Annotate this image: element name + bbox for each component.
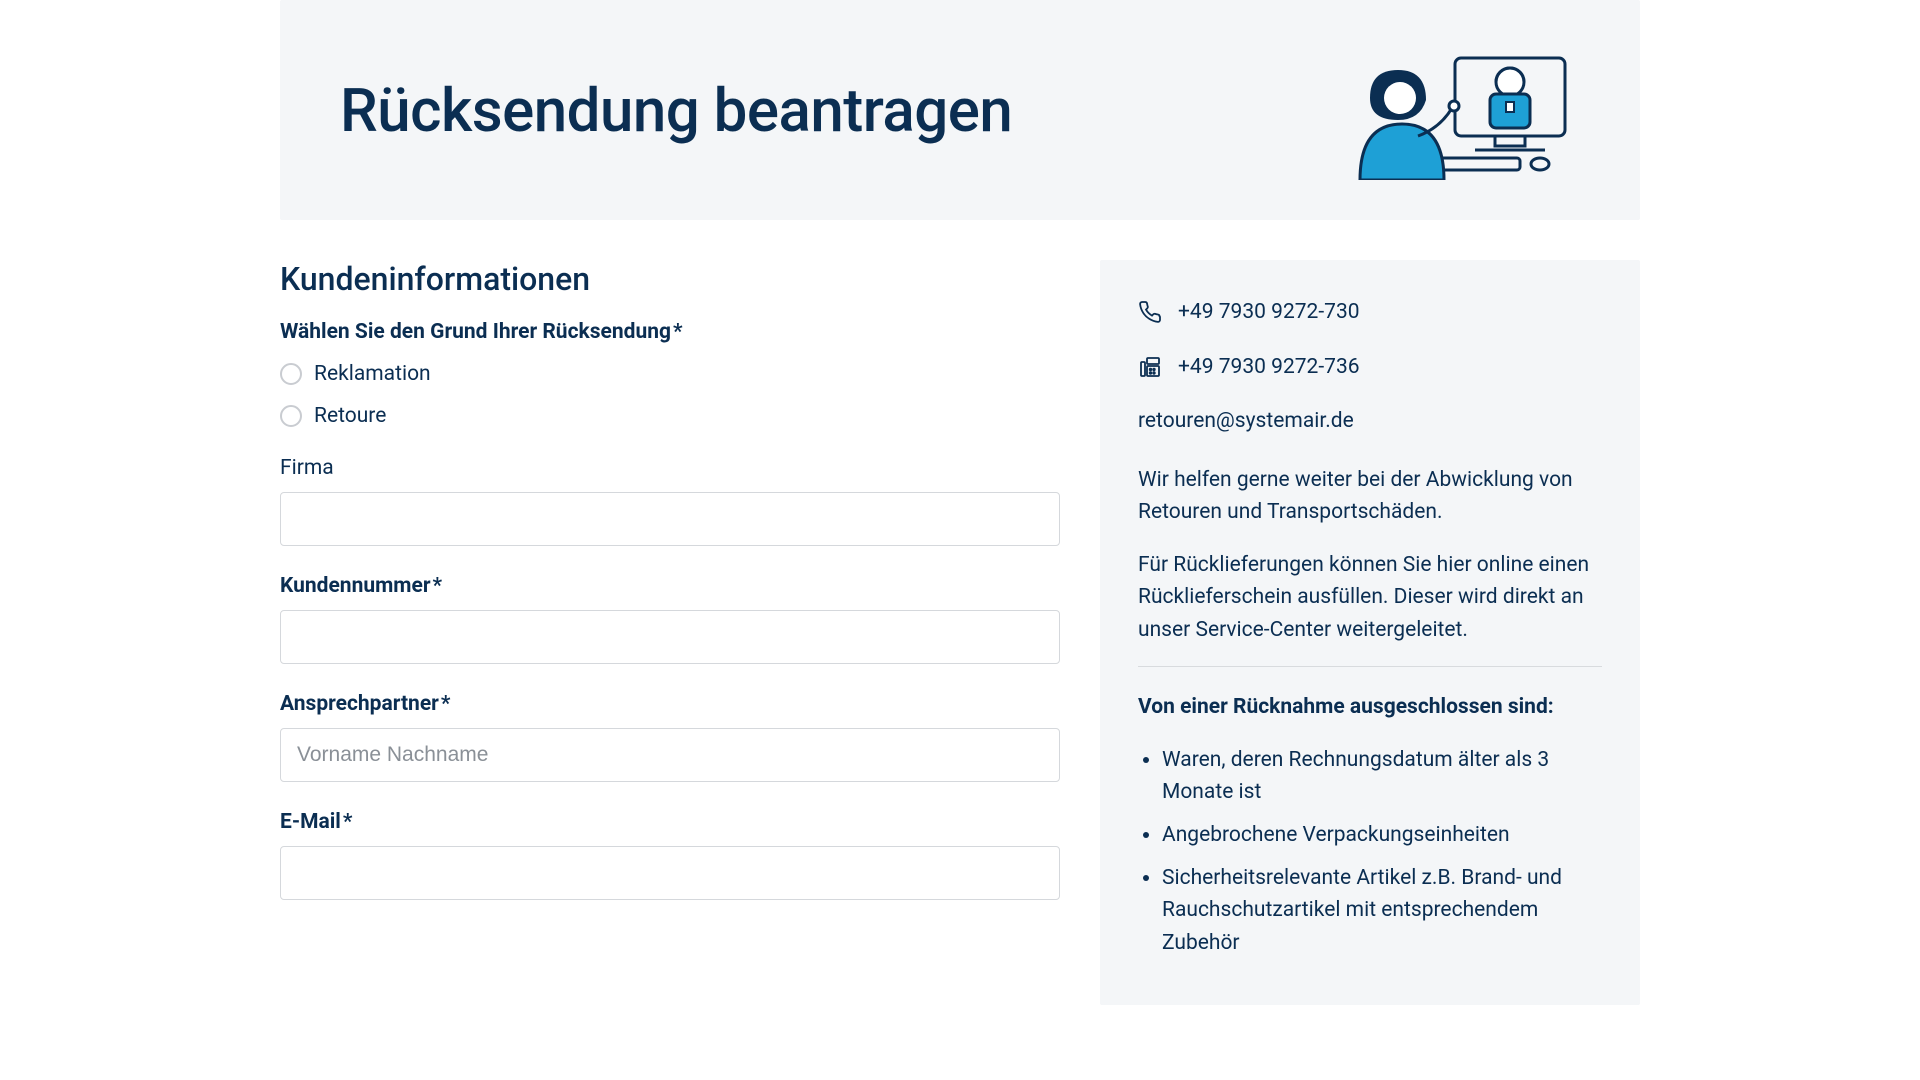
radio-reklamation[interactable]: Reklamation: [280, 362, 1060, 386]
field-firma: Firma: [280, 456, 1060, 546]
label-return-reason: Wählen Sie den Grund Ihrer Rücksendung*: [280, 320, 1060, 344]
exclusion-item: Waren, deren Rechnungsdatum älter als 3 …: [1162, 744, 1602, 809]
label-firma: Firma: [280, 456, 1060, 480]
phone-number: +49 7930 9272-730: [1178, 296, 1360, 329]
radio-label-retoure: Retoure: [314, 404, 386, 428]
radio-circle-icon: [280, 363, 302, 385]
contact-phone: +49 7930 9272-730: [1138, 296, 1602, 329]
sidebar-divider: [1138, 666, 1602, 667]
page-title: Rücksendung beantragen: [340, 75, 1012, 146]
sidebar-paragraph-1: Wir helfen gerne weiter bei der Abwicklu…: [1138, 464, 1602, 529]
radio-circle-icon: [280, 405, 302, 427]
input-email[interactable]: [280, 846, 1060, 900]
field-ansprechpartner: Ansprechpartner*: [280, 692, 1060, 782]
exclusions-list: Waren, deren Rechnungsdatum älter als 3 …: [1138, 744, 1602, 959]
exclusion-item: Sicherheitsrelevante Artikel z.B. Brand-…: [1162, 862, 1602, 960]
label-email: E-Mail*: [280, 810, 1060, 834]
label-kundennummer: Kundennummer*: [280, 574, 1060, 598]
radio-retoure[interactable]: Retoure: [280, 404, 1060, 428]
radio-label-reklamation: Reklamation: [314, 362, 431, 386]
contact-fax: +49 7930 9272-736: [1138, 351, 1602, 384]
contact-sidebar: +49 7930 9272-730 +49 7930 9272-736 reto…: [1100, 260, 1640, 1005]
contact-email-link[interactable]: retouren@systemair.de: [1138, 405, 1354, 438]
form-column: Kundeninformationen Wählen Sie den Grund…: [280, 260, 1060, 928]
field-kundennummer: Kundennummer*: [280, 574, 1060, 664]
input-kundennummer[interactable]: [280, 610, 1060, 664]
exclusions-heading: Von einer Rücknahme ausgeschlossen sind:: [1138, 691, 1602, 724]
phone-icon: [1138, 300, 1162, 324]
hero-banner: Rücksendung beantragen: [280, 0, 1640, 220]
label-ansprechpartner: Ansprechpartner*: [280, 692, 1060, 716]
section-heading-customer-info: Kundeninformationen: [280, 260, 1060, 298]
fax-number: +49 7930 9272-736: [1178, 351, 1360, 384]
field-return-reason: Wählen Sie den Grund Ihrer Rücksendung* …: [280, 320, 1060, 428]
input-ansprechpartner[interactable]: [280, 728, 1060, 782]
field-email: E-Mail*: [280, 810, 1060, 900]
sidebar-paragraph-2: Für Rücklieferungen können Sie hier onli…: [1138, 549, 1602, 647]
exclusion-item: Angebrochene Verpackungseinheiten: [1162, 819, 1602, 852]
input-firma[interactable]: [280, 492, 1060, 546]
support-illustration: [1340, 40, 1580, 180]
fax-icon: [1138, 355, 1162, 379]
